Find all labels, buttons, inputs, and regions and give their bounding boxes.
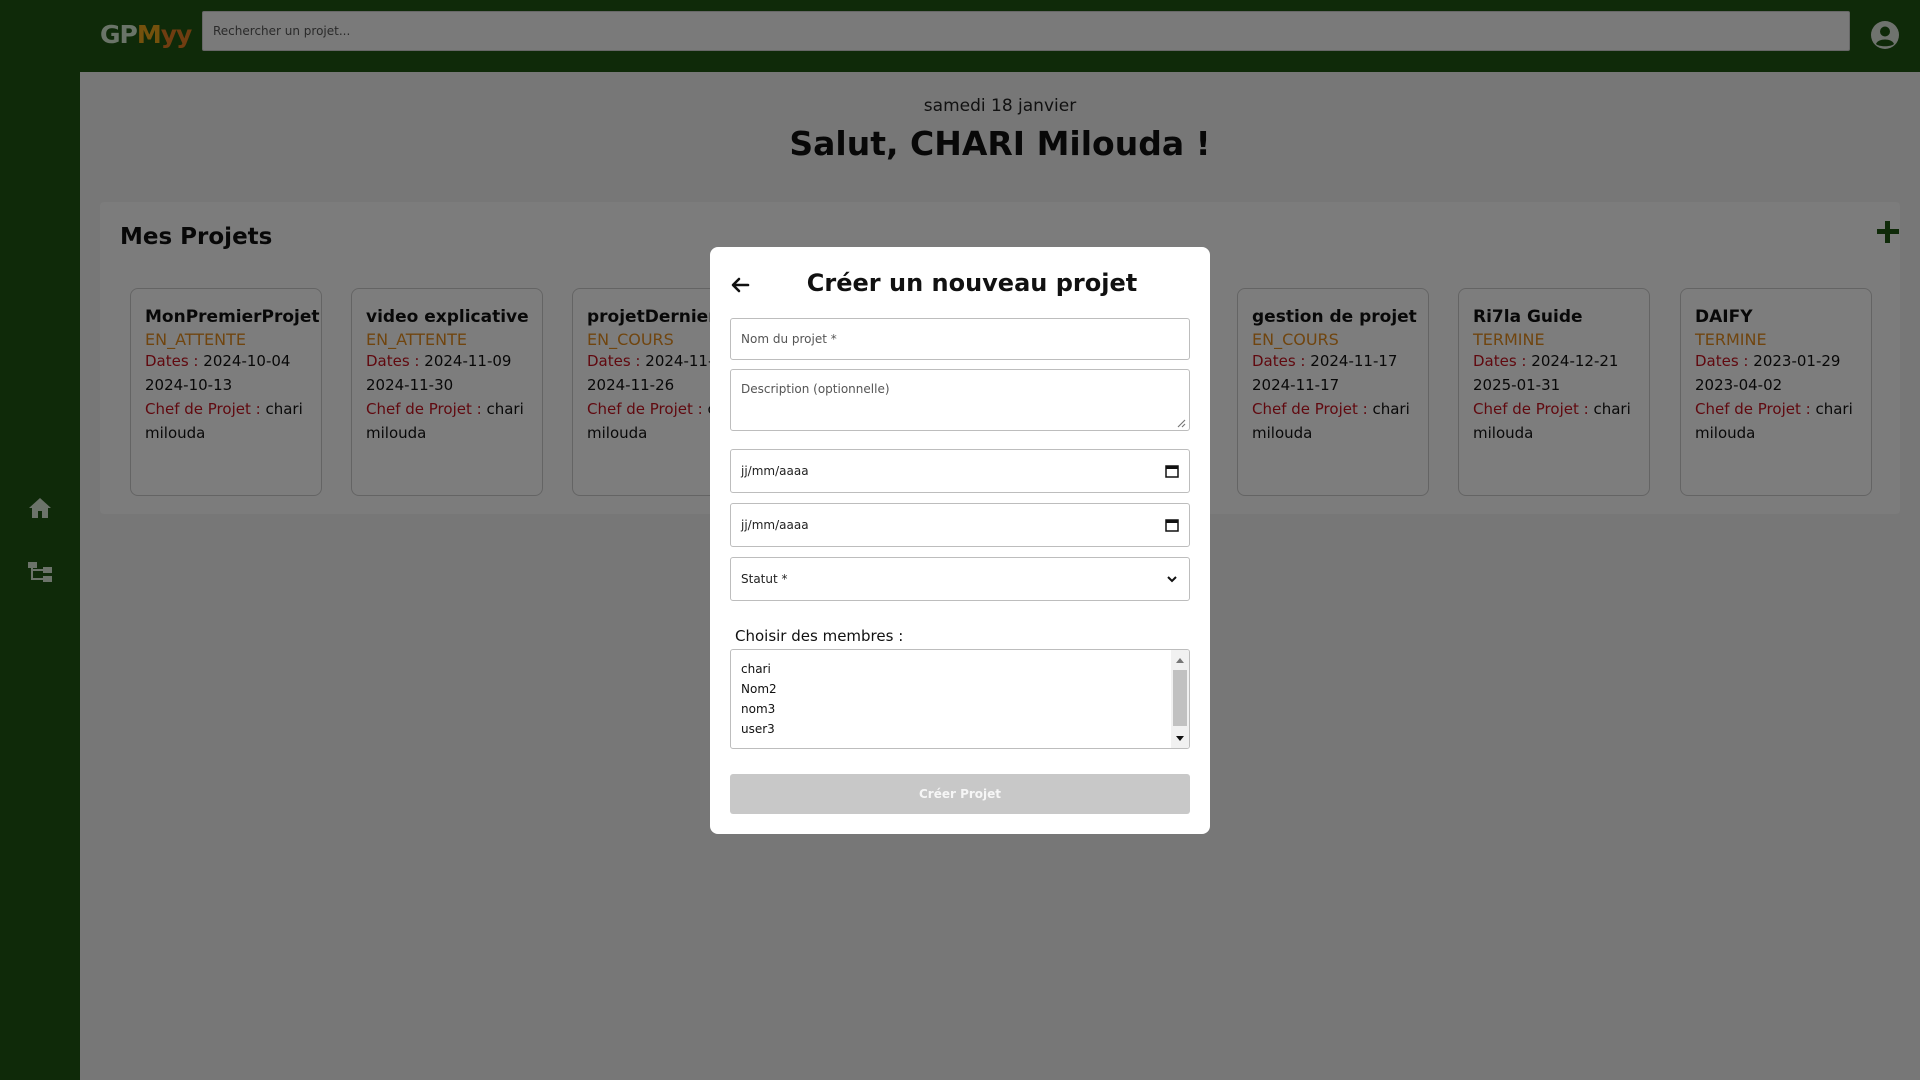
member-option[interactable]: chari — [741, 662, 771, 676]
calendar-icon[interactable] — [1165, 518, 1179, 532]
status-select[interactable]: Statut * — [730, 557, 1190, 601]
end-date-input[interactable]: jj/mm/aaaa — [730, 503, 1190, 547]
scroll-down-arrow-icon[interactable] — [1176, 736, 1184, 741]
member-option[interactable]: nom3 — [741, 702, 775, 716]
member-option[interactable]: user3 — [741, 722, 775, 736]
create-project-button[interactable]: Créer Projet — [730, 774, 1190, 814]
chevron-down-icon — [1167, 576, 1177, 583]
end-date-value: jj/mm/aaaa — [741, 518, 809, 532]
member-option[interactable]: Nom2 — [741, 682, 777, 696]
scroll-thumb[interactable] — [1173, 670, 1187, 726]
members-label: Choisir des membres : — [735, 627, 904, 645]
start-date-input[interactable]: jj/mm/aaaa — [730, 449, 1190, 493]
create-project-modal: Créer un nouveau projet jj/mm/aaaa jj/mm… — [710, 247, 1210, 834]
members-scrollbar[interactable] — [1171, 650, 1189, 748]
project-description-input[interactable] — [730, 369, 1190, 431]
status-select-value: Statut * — [741, 572, 788, 586]
modal-title: Créer un nouveau projet — [806, 269, 1138, 297]
resize-handle-icon[interactable] — [1176, 418, 1186, 428]
scroll-up-arrow-icon[interactable] — [1176, 658, 1184, 663]
start-date-value: jj/mm/aaaa — [741, 464, 809, 478]
members-listbox[interactable]: chari Nom2 nom3 user3 — [730, 649, 1190, 749]
calendar-icon[interactable] — [1165, 464, 1179, 478]
project-name-input[interactable] — [730, 318, 1190, 360]
